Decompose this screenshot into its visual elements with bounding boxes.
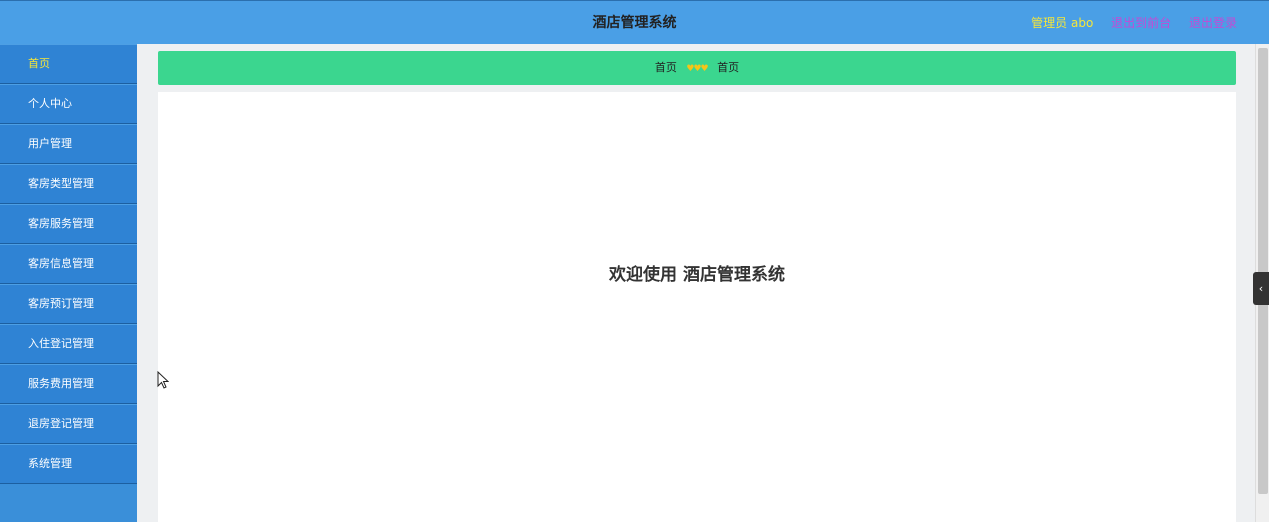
top-bar: 酒店管理系统 管理员 abo 退出到前台 退出登录 [0, 0, 1269, 44]
heart-separator-icon: ♥♥♥ [686, 64, 708, 74]
sidebar-item-user-management[interactable]: 用户管理 [0, 124, 137, 164]
sidebar-item-system-management[interactable]: 系统管理 [0, 444, 137, 484]
breadcrumb: 首页 ♥♥♥ 首页 [158, 51, 1236, 85]
sidebar-item-room-booking-management[interactable]: 客房预订管理 [0, 284, 137, 324]
back-to-frontend-link[interactable]: 退出到前台 [1111, 16, 1171, 30]
main-content: 首页 ♥♥♥ 首页 欢迎使用 酒店管理系统 [137, 44, 1269, 522]
chevron-left-icon[interactable]: ‹ [1253, 272, 1269, 305]
sidebar-item-room-type-management[interactable]: 客房类型管理 [0, 164, 137, 204]
sidebar-item-home[interactable]: 首页 [0, 44, 137, 84]
sidebar-item-room-service-management[interactable]: 客房服务管理 [0, 204, 137, 244]
breadcrumb-root[interactable]: 首页 [655, 61, 677, 74]
mouse-cursor-icon [157, 371, 169, 389]
sidebar-item-checkin-management[interactable]: 入住登记管理 [0, 324, 137, 364]
sidebar-item-service-fee-management[interactable]: 服务费用管理 [0, 364, 137, 404]
sidebar-item-checkout-management[interactable]: 退房登记管理 [0, 404, 137, 444]
sidebar: 首页 个人中心 用户管理 客房类型管理 客房服务管理 客房信息管理 客房预订管理… [0, 44, 137, 522]
admin-user-label: 管理员 abo [1031, 16, 1094, 30]
welcome-text: 欢迎使用 酒店管理系统 [609, 265, 785, 285]
sidebar-item-personal-center[interactable]: 个人中心 [0, 84, 137, 124]
sidebar-item-room-info-management[interactable]: 客房信息管理 [0, 244, 137, 284]
logout-link[interactable]: 退出登录 [1189, 16, 1237, 30]
top-right-actions: 管理员 abo 退出到前台 退出登录 [1017, 1, 1237, 45]
breadcrumb-current: 首页 [717, 61, 740, 74]
scrollbar-thumb[interactable] [1258, 48, 1268, 494]
welcome-panel: 欢迎使用 酒店管理系统 [158, 92, 1236, 522]
